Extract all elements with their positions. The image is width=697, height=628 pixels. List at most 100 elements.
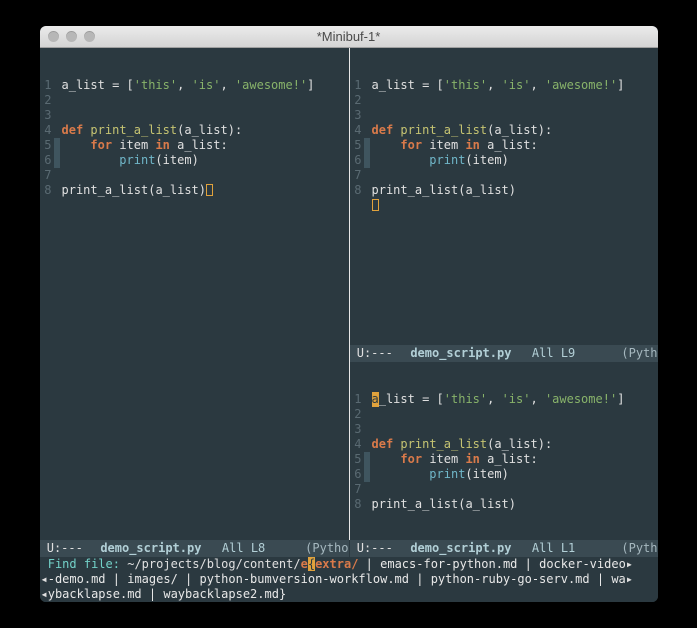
code-line[interactable]: 4def print_a_list(a_list):: [350, 437, 658, 452]
code-line[interactable]: 6 print(item): [350, 467, 658, 482]
ido-first-match[interactable]: extra/: [315, 557, 358, 571]
line-text[interactable]: [370, 422, 372, 437]
code-line[interactable]: 7: [350, 482, 658, 497]
chevron-right-icon: ▸: [626, 572, 633, 586]
chevron-right-icon: ▸: [626, 557, 633, 571]
code-line[interactable]: 8print_a_list(a_list): [350, 183, 658, 198]
position: All L1: [529, 540, 578, 557]
code-line[interactable]: 1 a_list = ['this', 'is', 'awesome!']: [350, 392, 658, 407]
line-number: 2: [350, 407, 364, 422]
code-right-top[interactable]: 1 a_list = ['this', 'is', 'awesome!'] 234d…: [350, 76, 658, 213]
line-text[interactable]: [370, 168, 372, 183]
code-right-bottom[interactable]: 1 a_list = ['this', 'is', 'awesome!'] 234d…: [350, 390, 658, 512]
minibuf-row[interactable]: ◂ybacklapse.md | waybacklapse2.md}: [41, 587, 657, 602]
ido-option[interactable]: -demo.md: [48, 572, 106, 586]
ido-option[interactable]: python-bumversion-workflow.md: [199, 572, 409, 586]
line-number: 1: [350, 78, 364, 93]
line-number: 4: [40, 123, 54, 138]
line-text[interactable]: a_list = ['this', 'is', 'awesome!']: [370, 392, 625, 407]
line-text[interactable]: def print_a_list(a_list):: [370, 123, 553, 138]
line-text[interactable]: a_list = ['this', 'is', 'awesome!']: [60, 78, 315, 93]
line-text[interactable]: print(item): [60, 153, 199, 168]
modeline-right-bottom: U:--- demo_script.py All L1 (Pyth: [349, 540, 658, 557]
editor-area: 1a_list = ['this', 'is', 'awesome!']234d…: [40, 48, 658, 602]
line-number: 5: [350, 452, 364, 467]
line-text[interactable]: [370, 108, 372, 123]
cursor-icon: [372, 199, 379, 211]
code-line[interactable]: 3: [350, 108, 658, 123]
code-line[interactable]: 7: [40, 168, 349, 183]
code-line[interactable]: 5 for item in a_list:: [350, 452, 658, 467]
code-line[interactable]: 2: [40, 93, 349, 108]
code-line[interactable]: 2: [350, 407, 658, 422]
pane-right: 1a_list = ['this', 'is', 'awesome!']234d…: [349, 48, 658, 540]
code-line[interactable]: 5 for item in a_list:: [40, 138, 349, 153]
status: U:---: [47, 540, 83, 557]
line-text[interactable]: a_list = ['this', 'is', 'awesome!']: [370, 78, 625, 93]
code-line[interactable]: 6 print(item): [350, 153, 658, 168]
line-text[interactable]: def print_a_list(a_list):: [370, 437, 553, 452]
pane-right-bottom[interactable]: 1 a_list = ['this', 'is', 'awesome!'] 234d…: [350, 362, 658, 540]
code-left[interactable]: 1a_list = ['this', 'is', 'awesome!']234d…: [40, 76, 349, 198]
code-line[interactable]: 8print_a_list(a_list): [40, 183, 349, 198]
emacs-window: *Minibuf-1* 1a_list = ['this', 'is', 'aw…: [40, 26, 658, 602]
line-text[interactable]: [60, 168, 62, 183]
ido-option[interactable]: images/: [127, 572, 178, 586]
line-number: 2: [350, 93, 364, 108]
minibuf-row[interactable]: Find file: ~/projects/blog/content/e{ext…: [41, 557, 657, 572]
line-text[interactable]: for item in a_list:: [370, 452, 538, 467]
line-text[interactable]: for item in a_list:: [370, 138, 538, 153]
line-number: 6: [40, 153, 54, 168]
chevron-left-icon: ◂: [41, 572, 48, 586]
minibuffer[interactable]: Find file: ~/projects/blog/content/e{ext…: [40, 557, 658, 602]
code-line[interactable]: 6 print(item): [40, 153, 349, 168]
line-text[interactable]: print(item): [370, 467, 509, 482]
cursor-icon: [206, 184, 213, 196]
ido-option[interactable]: waybacklapse2.md}: [163, 587, 286, 601]
line-text[interactable]: for item in a_list:: [60, 138, 228, 153]
code-line[interactable]: 1a_list = ['this', 'is', 'awesome!']: [40, 78, 349, 93]
line-text[interactable]: [370, 93, 372, 108]
line-text[interactable]: print_a_list(a_list): [370, 183, 517, 198]
position: All L9: [529, 345, 578, 362]
line-text[interactable]: [370, 482, 372, 497]
line-number: 8: [350, 497, 364, 512]
code-line[interactable]: 4 def print_a_list(a_list):: [350, 123, 658, 138]
code-line[interactable]: 3: [40, 108, 349, 123]
position: All L8: [219, 540, 268, 557]
code-line[interactable]: 1 a_list = ['this', 'is', 'awesome!']: [350, 78, 658, 93]
bottom-modelines: U:--- demo_script.py All L8 (Pytho U:---…: [40, 540, 658, 557]
line-number: 6: [350, 153, 364, 168]
line-number: 3: [350, 422, 364, 437]
code-line[interactable]: 3: [350, 422, 658, 437]
code-line[interactable]: 2: [350, 93, 658, 108]
line-text[interactable]: print(item): [370, 153, 509, 168]
line-number: 5: [350, 138, 364, 153]
ido-option[interactable]: wa: [611, 572, 625, 586]
code-line[interactable]: 8 print_a_list(a_list): [350, 497, 658, 512]
ido-option[interactable]: emacs-for-python.md: [380, 557, 517, 571]
line-number: 1: [350, 392, 364, 407]
minibuf-row[interactable]: ◂-demo.md | images/ | python-bumversion-…: [41, 572, 657, 587]
line-text[interactable]: print_a_list(a_list): [60, 183, 214, 198]
line-text[interactable]: print_a_list(a_list): [370, 497, 517, 512]
ido-option[interactable]: python-ruby-go-serv.md: [431, 572, 590, 586]
minibuffer-prompt: Find file:: [48, 557, 127, 571]
line-text[interactable]: [60, 93, 62, 108]
code-line[interactable]: 4 def print_a_list(a_list):: [40, 123, 349, 138]
line-text[interactable]: def print_a_list(a_list):: [60, 123, 243, 138]
code-line[interactable]: 7: [350, 168, 658, 183]
line-text[interactable]: [370, 407, 372, 422]
ido-option[interactable]: docker-video: [539, 557, 626, 571]
pane-right-top[interactable]: 1 a_list = ['this', 'is', 'awesome!'] 234d…: [350, 48, 658, 345]
line-number: 2: [40, 93, 54, 108]
code-line[interactable]: 5 for item in a_list:: [350, 138, 658, 153]
ido-option[interactable]: ybacklapse.md: [48, 587, 142, 601]
minibuffer-input[interactable]: ~/projects/blog/content/: [127, 557, 300, 571]
line-text[interactable]: [60, 108, 62, 123]
line-number: 3: [40, 108, 54, 123]
modeline-left: U:--- demo_script.py All L8 (Pytho: [40, 540, 349, 557]
pane-left[interactable]: 1a_list = ['this', 'is', 'awesome!']234d…: [40, 48, 349, 540]
filename: demo_script.py: [407, 345, 514, 362]
line-number: 4: [350, 123, 364, 138]
